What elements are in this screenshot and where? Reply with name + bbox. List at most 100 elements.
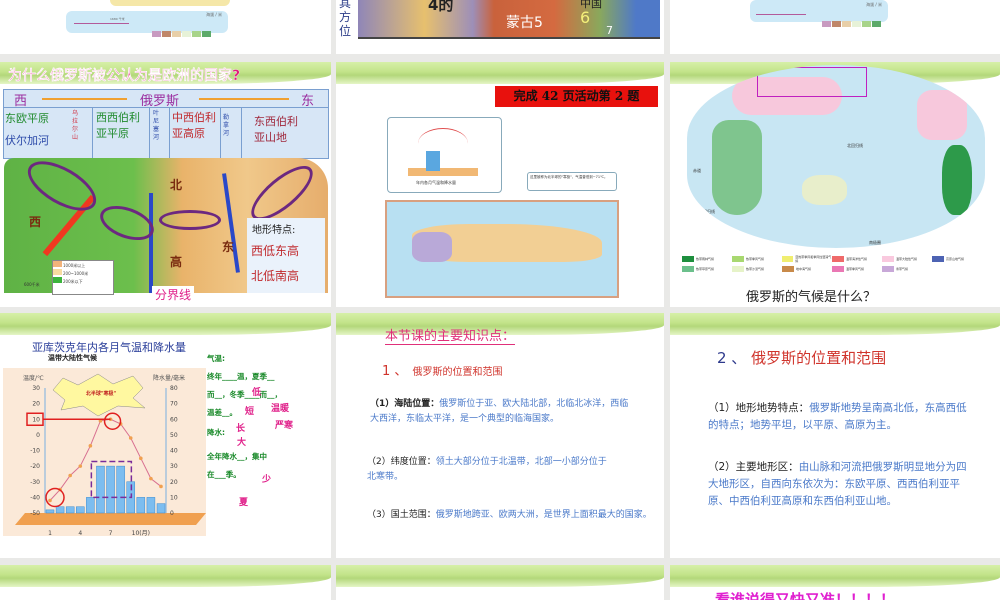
slide-thumbnail-3[interactable]: 海拔 / 米 [670,0,1000,54]
y-right-tick: 30 [170,463,178,470]
legend-swatch [732,256,744,262]
y-right-tick: 40 [170,448,178,455]
slide-thumbnail-9[interactable]: 2 、 俄罗斯的位置和范围 （1）地形地势特点：俄罗斯地势呈南高北低，东高西低的… [670,313,1000,558]
legend-swatch [682,266,694,272]
region-table: 西 俄罗斯 东 东欧平原 伏尔加河 乌拉尔山 西西伯利亚平原 叶尼塞河 中西伯利… [3,89,329,159]
y-right-tick: 50 [170,432,178,439]
x-tick: 1 [48,530,52,536]
temperature-point [68,473,72,478]
slide-thumbnail-2[interactable]: 其方位 4的 蒙古5 中国 6 7 [336,0,664,54]
slide-thumbnail-1[interactable]: 海拔 / 米 1680 千米 [0,0,331,54]
legend-label: 热带季风气候 [746,257,765,261]
legend-item: 热带草原气候 [682,266,732,272]
y-left-tick: 10 [32,416,40,423]
y-right-tick: 0 [170,510,174,517]
y-left-tick: 20 [32,401,40,408]
russia-highlight-box [757,67,867,97]
legend-label: 热带草原气候 [696,267,715,271]
slide-thumbnail-6[interactable]: 北回归线 赤道 南回归线 南极圈 北极圈 热带雨林气候 热带季风气候 亚热带季风和季… [670,62,1000,307]
precip-bar [136,497,146,514]
callout-box: 这里被称为北半球的"寒极"，气温曾低到−71℃。 [527,172,617,191]
legend-item: 温带海洋性气候 [832,255,882,263]
slide-thumbnail-8[interactable]: 本节课的主要知识点： 1 、 俄罗斯的位置和范围 （1）海陆位置：俄罗斯位于亚、… [336,313,664,558]
legend-label: 热带雨林气候 [696,257,715,261]
chart-base [15,513,206,525]
temperature-point [149,476,153,481]
elevation-swatches [152,22,212,41]
scale-label: 1680 千米 [110,17,125,21]
climate-inset: 年内各月气温和降水量 [387,117,502,193]
map-fragment [110,0,230,6]
y-left-tick: 0 [36,432,40,439]
slide-thumbnail-5[interactable]: 完成 42 页活动第 2 题 年内各月气温和降水量 这里被称为北半球的"寒极"，… [336,62,664,307]
precip-bar [146,497,156,514]
slide-thumbnail-11[interactable] [336,565,664,600]
terrain-feature-box: 地形特点: 西低东高 北低南高 [247,218,325,293]
temperature-point [48,498,52,503]
legend-swatch [682,256,694,262]
legend-item: 热带雨林气候 [682,255,732,263]
legend-swatch [882,256,894,262]
scale-bar [756,14,806,15]
russia-map [385,200,619,298]
precip-bar [156,503,166,514]
y-left-tick: -10 [30,448,40,455]
slide-thumbnail-4[interactable]: 为什么俄罗斯被公认为是欧洲的国家? 西 俄罗斯 东 东欧平原 伏尔加河 乌拉尔山… [0,62,331,307]
x-tick: 7 [109,530,113,536]
answer: 温暖 [271,404,290,414]
knowledge-point-2: （2）纬度位置：领土大部分位于北温带，北部一小部分位于北寒带。 [367,457,607,482]
slide-thumbnail-7[interactable]: 亚库茨克年内各月气温和降水量 温带大陆性气候 温度/℃ 降水量/毫米 30 20 10 0… [0,313,331,558]
elevation-legend: 1000米以上 200~1000米 200米以下 [52,260,114,295]
legend-swatch [882,266,894,272]
x-tick: 4 [78,530,82,536]
answer: 短 [245,407,255,417]
legend-swatch [832,256,844,262]
slide-title: 本节课的主要知识点： [385,325,516,345]
y-right-tick: 70 [170,401,178,408]
slide-thumbnail-12[interactable]: 看谁说得又快又准！！！！ [670,565,1000,600]
slide-title: 看谁说得又快又准！！！！ [715,591,896,600]
temperature-point [139,456,143,461]
answer: 严寒 [275,421,294,431]
scale-label: 600千米 [24,282,40,287]
y-left-tick: 30 [32,385,40,392]
legend-label: 亚热带季风和季风性湿润气候 [795,255,832,263]
task-banner: 完成 42 页活动第 2 题 [495,86,658,107]
y-left-tick: -30 [30,479,40,486]
legend-label: 热带沙漠气候 [746,267,765,271]
legend-label: 温带海洋性气候 [846,257,868,261]
chart-subtitle: 温带大陆性气候 [48,354,97,362]
precip-bar [96,465,105,514]
legend-label: 高原山地气候 [946,257,965,261]
scale-bar [74,23,129,24]
legend-swatch [732,266,744,272]
y-right-label: 降水量/毫米 [153,374,185,382]
climate-legend: 热带雨林气候 热带季风气候 亚热带季风和季风性湿润气候 温带海洋性气候 温带大陆性气候 高… [682,255,982,272]
slide-question: 俄罗斯的气候是什么？ [746,290,877,305]
legend-label: 温带大陆性气候 [896,257,918,261]
precip-bar [65,506,75,514]
slide-title: 为什么俄罗斯被公认为是欧洲的国家? [8,68,241,84]
legend-item: 亚热带季风和季风性湿润气候 [782,255,832,263]
precip-bar [106,465,115,514]
slide-thumbnail-10[interactable] [0,565,331,600]
country-name: 俄罗斯 [140,94,180,109]
precip-bar [76,506,85,514]
climate-chart: 温度/℃ 降水量/毫米3020100-10-20-30-40-5080706050… [3,368,206,536]
precip-bar [86,497,95,514]
y-left-tick: -40 [30,494,40,501]
legend-title: 海拔 / 米 [206,12,222,17]
precip-bar [45,509,55,514]
section-heading: 2 、 俄罗斯的位置和范围 [717,349,887,367]
legend-item: 热带季风气候 [732,255,782,263]
elevation-swatches [822,12,882,31]
legend-item: 高原山地气候 [932,255,982,263]
legend-swatch [782,266,794,272]
boundary-label: 分界线 [152,286,195,303]
point-landforms: （2）主要地形区：由山脉和河流把俄罗斯明显地分为四大地形区，自西向东依次为：东欧… [708,461,967,507]
legend-swatch [782,256,794,262]
legend-item: 温带大陆性气候 [882,255,932,263]
precip-bar [55,506,65,514]
legend-swatch [832,266,844,272]
map-legend: 海拔 / 米 [750,0,888,27]
